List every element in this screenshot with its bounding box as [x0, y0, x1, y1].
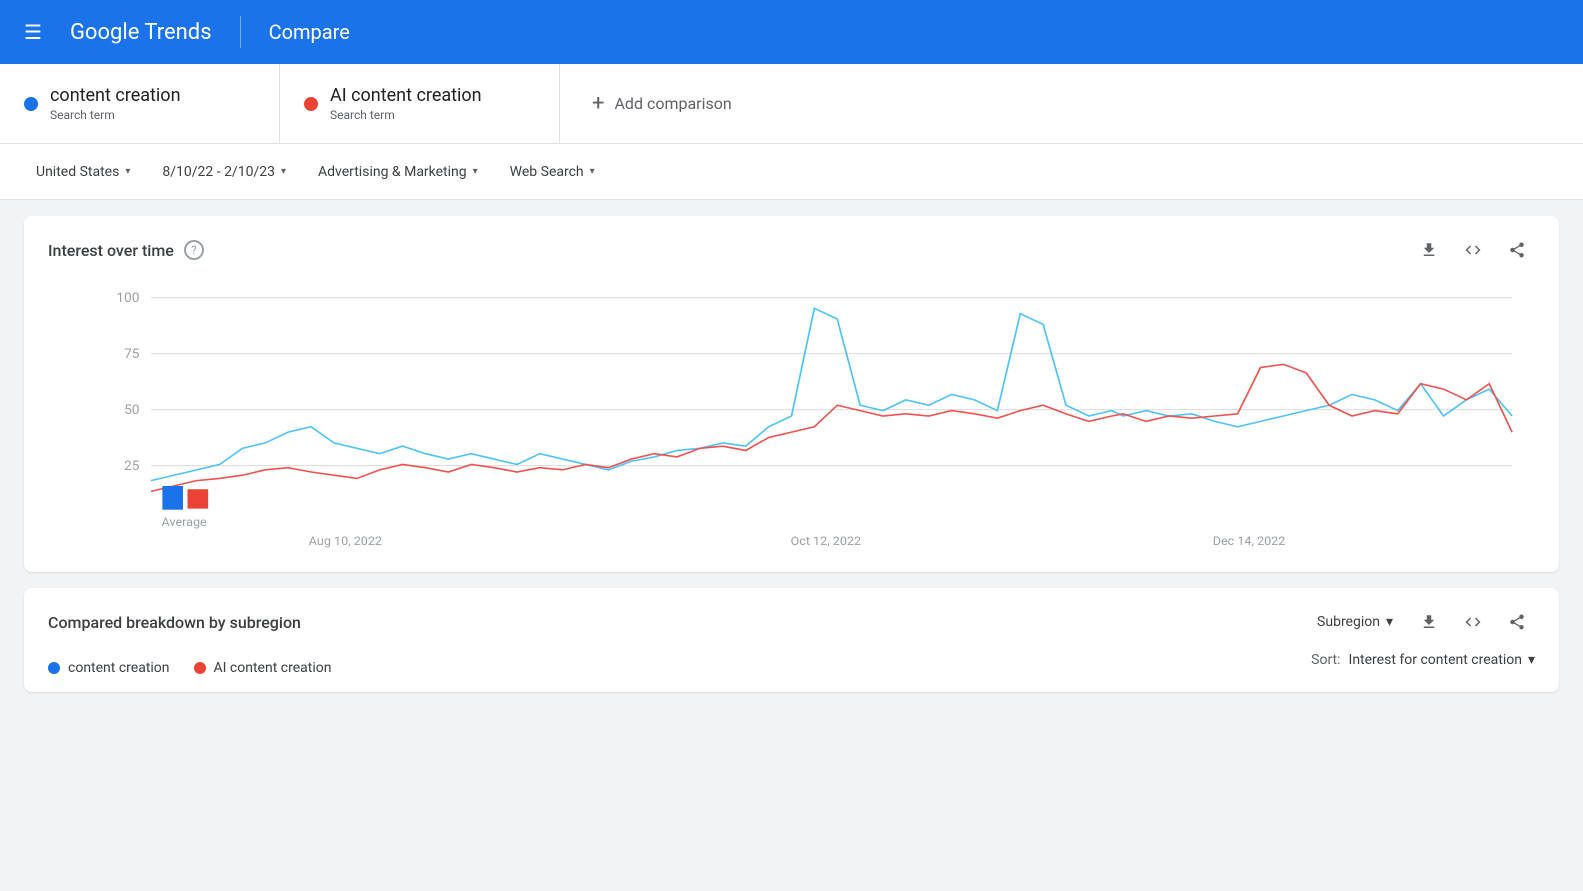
embed-button[interactable] — [1455, 232, 1491, 268]
term1-info: content creation Search term — [50, 85, 181, 122]
region-value: United States — [36, 164, 119, 180]
interest-over-time-card: Interest over time ? — [24, 216, 1559, 572]
term2-name: AI content creation — [330, 85, 482, 106]
download-button[interactable] — [1411, 232, 1447, 268]
header: ☰ Google Trends Compare — [0, 0, 1583, 64]
logo: Google Trends — [70, 20, 212, 45]
date-filter[interactable]: 8/10/22 - 2/10/23 ▾ — [150, 156, 298, 188]
breakdown-embed-button[interactable] — [1455, 604, 1491, 640]
add-comparison-button[interactable]: + Add comparison — [560, 64, 1583, 143]
chart-svg: 100 75 50 25 Aug 10, 2022 Oct 12, 2022 D… — [48, 276, 1535, 556]
add-comparison-label: Add comparison — [614, 94, 731, 113]
legend-dot-1 — [48, 662, 60, 674]
subregion-arrow: ▾ — [1386, 614, 1393, 630]
menu-icon[interactable]: ☰ — [16, 12, 50, 52]
svg-text:25: 25 — [124, 459, 139, 474]
add-icon: + — [592, 91, 604, 116]
svg-text:75: 75 — [124, 347, 139, 362]
sort-arrow: ▾ — [1528, 652, 1535, 668]
search-term-1[interactable]: content creation Search term — [0, 64, 280, 143]
breakdown-share-button[interactable] — [1499, 604, 1535, 640]
page-title: Compare — [269, 20, 350, 44]
svg-text:50: 50 — [124, 403, 139, 418]
date-arrow: ▾ — [281, 166, 286, 177]
term1-type: Search term — [50, 108, 181, 122]
term2-info: AI content creation Search term — [330, 85, 482, 122]
breakdown-header: Compared breakdown by subregion Subregio… — [48, 604, 1535, 640]
share-button[interactable] — [1499, 232, 1535, 268]
breakdown-footer: content creation AI content creation Sor… — [48, 652, 1535, 676]
svg-text:100: 100 — [116, 291, 139, 306]
legend-item-2: AI content creation — [194, 660, 332, 676]
header-divider — [240, 16, 241, 48]
search-terms-bar: content creation Search term AI content … — [0, 64, 1583, 144]
date-value: 8/10/22 - 2/10/23 — [162, 164, 275, 180]
sort-value: Interest for content creation — [1349, 652, 1522, 668]
breakdown-title: Compared breakdown by subregion — [48, 613, 301, 632]
legend-label-1: content creation — [68, 660, 170, 676]
svg-text:Aug 10, 2022: Aug 10, 2022 — [309, 535, 382, 549]
legend-item-1: content creation — [48, 660, 170, 676]
sort-label: Sort: — [1311, 652, 1340, 668]
breakdown-card: Compared breakdown by subregion Subregio… — [24, 588, 1559, 692]
main-content: Interest over time ? — [0, 200, 1583, 724]
search-type-value: Web Search — [510, 164, 584, 180]
search-term-2[interactable]: AI content creation Search term — [280, 64, 560, 143]
term1-dot — [24, 97, 38, 111]
category-filter[interactable]: Advertising & Marketing ▾ — [306, 156, 490, 188]
category-arrow: ▾ — [473, 166, 478, 177]
logo-text: Google Trends — [70, 20, 212, 45]
breakdown-download-button[interactable] — [1411, 604, 1447, 640]
card-actions — [1411, 232, 1535, 268]
term2-dot — [304, 97, 318, 111]
subregion-label: Subregion — [1317, 614, 1380, 630]
sort-dropdown[interactable]: Interest for content creation ▾ — [1349, 652, 1535, 668]
chart-container: 100 75 50 25 Aug 10, 2022 Oct 12, 2022 D… — [48, 276, 1535, 556]
interest-over-time-title: Interest over time — [48, 241, 174, 260]
breakdown-legend: content creation AI content creation — [48, 660, 331, 676]
card-header: Interest over time ? — [48, 232, 1535, 268]
sort-row: Sort: Interest for content creation ▾ — [1311, 652, 1535, 668]
filter-bar: United States ▾ 8/10/22 - 2/10/23 ▾ Adve… — [0, 144, 1583, 200]
help-icon[interactable]: ? — [184, 240, 204, 260]
search-type-filter[interactable]: Web Search ▾ — [498, 156, 607, 188]
region-filter[interactable]: United States ▾ — [24, 156, 142, 188]
legend-label-2: AI content creation — [214, 660, 332, 676]
region-arrow: ▾ — [125, 166, 130, 177]
term1-name: content creation — [50, 85, 181, 106]
legend-dot-2 — [194, 662, 206, 674]
breakdown-controls: Subregion ▾ — [1307, 604, 1535, 640]
term2-type: Search term — [330, 108, 482, 122]
search-type-arrow: ▾ — [590, 166, 595, 177]
card-title-row: Interest over time ? — [48, 240, 204, 260]
svg-text:Dec 14, 2022: Dec 14, 2022 — [1213, 535, 1286, 549]
svg-text:Oct 12, 2022: Oct 12, 2022 — [791, 535, 862, 549]
subregion-dropdown[interactable]: Subregion ▾ — [1307, 608, 1403, 636]
category-value: Advertising & Marketing — [318, 164, 467, 180]
svg-text:Average: Average — [162, 515, 208, 529]
